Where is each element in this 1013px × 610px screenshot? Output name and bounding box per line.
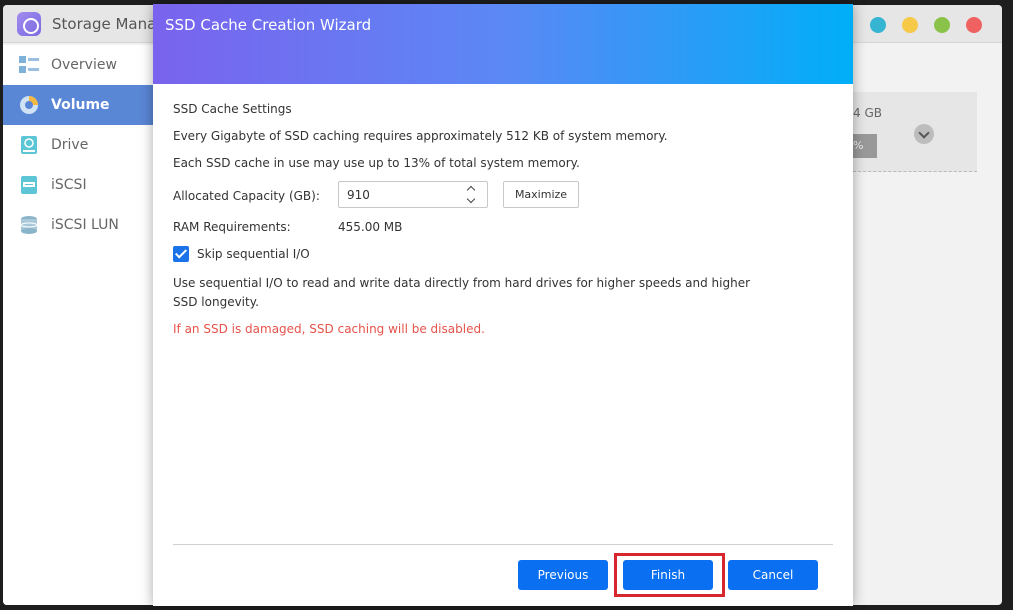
window-controls [870,17,982,33]
memory-limit-text: Each SSD cache in use may use up to 13% … [173,156,580,170]
sidebar-item-overview[interactable]: Overview [3,45,155,85]
sidebar-item-label: Volume [51,97,110,113]
chevron-down-icon[interactable] [914,124,934,144]
close-dot-icon[interactable] [966,17,982,33]
overview-icon [19,56,39,73]
ssd-cache-wizard-dialog: SSD Cache Creation Wizard SSD Cache Sett… [153,4,853,606]
minimize-dot-icon[interactable] [870,17,886,33]
sidebar-item-iscsi[interactable]: iSCSI [3,165,155,205]
memory-info-text: Every Gigabyte of SSD caching requires a… [173,129,668,143]
dialog-header: SSD Cache Creation Wizard [153,4,853,84]
sidebar-item-drive[interactable]: Drive [3,125,155,165]
finish-highlight-box [614,553,725,597]
ram-requirements-label: RAM Requirements: [173,220,291,234]
storage-manager-logo-icon [17,12,41,36]
volume-capacity-text: 4 GB [853,106,882,120]
spin-down-icon[interactable] [466,194,476,204]
skip-sequential-io-checkbox[interactable] [173,246,189,262]
sequential-io-description: Use sequential I/O to read and write dat… [173,276,751,309]
allocated-capacity-label: Allocated Capacity (GB): [173,189,320,203]
iscsi-lun-icon [20,216,38,234]
section-title: SSD Cache Settings [173,102,292,116]
sidebar-item-label: Overview [51,57,117,73]
skip-sequential-io-label[interactable]: Skip sequential I/O [197,247,310,261]
volume-usage-badge: % [853,134,877,158]
sidebar-item-label: Drive [51,137,89,153]
footer-divider [173,544,833,545]
drive-icon [21,136,37,154]
iscsi-icon [21,176,37,194]
dialog-title: SSD Cache Creation Wizard [165,16,372,34]
spin-up-icon[interactable] [466,185,476,195]
volume-card-background: 4 GB % [853,92,977,172]
previous-button[interactable]: Previous [518,560,608,590]
maximize-dot-icon[interactable] [934,17,950,33]
ram-requirements-value: 455.00 MB [338,220,403,234]
sidebar-item-iscsi-lun[interactable]: iSCSI LUN [3,205,155,245]
cancel-button[interactable]: Cancel [728,560,818,590]
capacity-spinner[interactable] [465,183,479,207]
restore-dot-icon[interactable] [902,17,918,33]
maximize-button[interactable]: Maximize [503,181,579,208]
ssd-damage-warning: If an SSD is damaged, SSD caching will b… [173,322,485,336]
sidebar-item-label: iSCSI LUN [51,217,119,233]
app-title: Storage Manag [52,15,166,33]
volume-icon [20,96,38,114]
sidebar: Overview Volume Drive iSCSI iSCSI LUN [3,45,155,605]
sidebar-item-label: iSCSI [51,177,87,193]
sidebar-item-volume[interactable]: Volume [3,85,155,125]
